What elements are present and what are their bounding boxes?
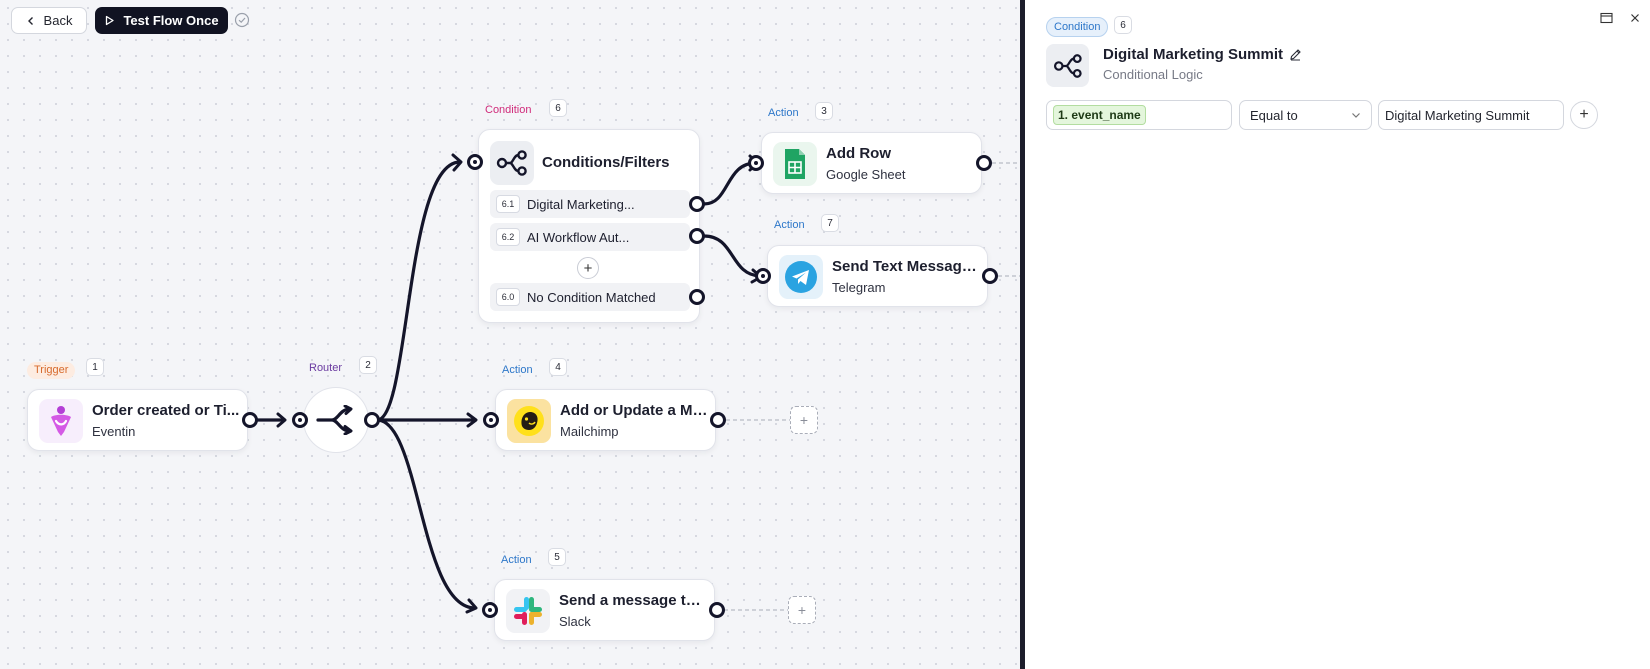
condition-row-6-2[interactable]: 6.2 AI Workflow Aut... (490, 223, 690, 251)
test-flow-button[interactable]: Test Flow Once (95, 7, 228, 34)
chevron-left-icon (27, 16, 33, 25)
slack-output-port[interactable] (709, 602, 725, 618)
condition-row-label: AI Workflow Aut... (527, 229, 630, 245)
router-node[interactable] (303, 387, 369, 453)
router-input-port[interactable] (292, 412, 308, 428)
condition-row-label: Digital Marketing... (527, 196, 635, 212)
send-text-message-input-port[interactable] (755, 268, 771, 284)
panel-subtitle: Conditional Logic (1103, 67, 1203, 82)
action-7-tag: Action (774, 219, 805, 231)
play-icon (106, 15, 115, 26)
flow-canvas[interactable]: Back Test Flow Once Trigger 1 Order crea… (0, 0, 1020, 669)
panel-title-text: Digital Marketing Summit (1103, 46, 1284, 63)
add-rule-button[interactable]: + (1570, 101, 1598, 129)
trigger-app: Eventin (92, 424, 136, 439)
trigger-title: Order created or Ti... (92, 402, 240, 419)
add-row-app: Google Sheet (826, 167, 906, 182)
action-5-step-number: 5 (548, 548, 566, 566)
back-label: Back (43, 13, 73, 28)
telegram-icon (779, 255, 823, 299)
condition-row-6-1[interactable]: 6.1 Digital Marketing... (490, 190, 690, 218)
condition-row-badge: 6.1 (496, 195, 520, 213)
share-nodes-icon (490, 141, 534, 185)
condition-input-port[interactable] (467, 154, 483, 170)
slack-icon (506, 589, 550, 633)
add-step-button[interactable]: + (788, 596, 816, 624)
trigger-output-port[interactable] (242, 412, 258, 428)
slack-title: Send a message to a... (559, 592, 709, 609)
action-4-step-number: 4 (549, 358, 567, 376)
chevron-down-icon (1352, 113, 1360, 118)
pencil-icon[interactable] (1289, 48, 1302, 61)
action-7-step-number: 7 (821, 214, 839, 232)
google-sheets-icon (773, 142, 817, 186)
mailchimp-app: Mailchimp (560, 424, 619, 439)
mailchimp-node[interactable]: Add or Update a Me... Mailchimp (495, 389, 716, 451)
panel-title: Digital Marketing Summit (1103, 46, 1302, 63)
condition-6-1-output-port[interactable] (689, 196, 705, 212)
condition-pill: Condition (1046, 17, 1109, 37)
check-circle-icon[interactable] (234, 12, 250, 28)
trigger-tag: Trigger (27, 362, 76, 379)
router-icon (316, 405, 353, 435)
condition-value-input[interactable]: Digital Marketing Summit (1378, 100, 1564, 130)
close-icon[interactable] (1627, 10, 1643, 26)
condition-row-badge: 6.2 (496, 228, 520, 246)
condition-6-2-output-port[interactable] (689, 228, 705, 244)
condition-row-label: No Condition Matched (527, 289, 656, 305)
send-text-message-title: Send Text Message ... (832, 258, 980, 275)
action-5-tag: Action (501, 554, 532, 566)
router-output-port[interactable] (364, 412, 380, 428)
condition-row-badge: 6.0 (496, 288, 520, 306)
condition-title: Conditions/Filters (542, 154, 670, 171)
add-step-button[interactable]: + (790, 406, 818, 434)
share-nodes-icon (1046, 44, 1089, 87)
condition-tag: Condition (485, 104, 532, 116)
action-3-step-number: 3 (815, 102, 833, 120)
add-row-node[interactable]: Add Row Google Sheet (761, 132, 982, 194)
field-token[interactable]: 1. event_name (1053, 105, 1146, 125)
action-4-tag: Action (502, 364, 533, 376)
add-condition-button[interactable]: + (577, 257, 599, 279)
operator-value: Equal to (1250, 107, 1298, 123)
add-row-output-port[interactable] (976, 155, 992, 171)
router-tag: Router (309, 362, 343, 374)
test-flow-label: Test Flow Once (123, 13, 219, 28)
add-row-input-port[interactable] (748, 155, 764, 171)
condition-step-number: 6 (549, 99, 567, 117)
slack-node[interactable]: Send a message to a... Slack (494, 579, 715, 641)
back-button[interactable]: Back (11, 7, 87, 34)
window-icon[interactable] (1598, 10, 1614, 26)
trigger-step-number: 1 (86, 358, 104, 376)
panel-step-number: 6 (1114, 16, 1132, 34)
slack-app: Slack (559, 614, 591, 629)
action-3-tag: Action (768, 107, 799, 119)
mailchimp-title: Add or Update a Me... (560, 402, 710, 419)
add-row-title: Add Row (826, 145, 891, 162)
send-text-message-output-port[interactable] (982, 268, 998, 284)
condition-field-input[interactable]: 1. event_name (1046, 100, 1232, 130)
send-text-message-node[interactable]: Send Text Message ... Telegram (767, 245, 988, 307)
eventin-icon (39, 399, 83, 443)
condition-row-6-0[interactable]: 6.0 No Condition Matched (490, 283, 690, 311)
slack-input-port[interactable] (482, 602, 498, 618)
router-step-number: 2 (359, 356, 377, 374)
trigger-node[interactable]: Order created or Ti... Eventin (27, 389, 248, 451)
mailchimp-output-port[interactable] (710, 412, 726, 428)
condition-node[interactable]: Conditions/Filters 6.1 Digital Marketing… (478, 129, 700, 323)
mailchimp-icon (507, 399, 551, 443)
condition-6-0-output-port[interactable] (689, 289, 705, 305)
mailchimp-input-port[interactable] (483, 412, 499, 428)
condition-settings-panel: Condition 6 Digital Marketing Summit Con… (1025, 0, 1650, 669)
send-text-message-app: Telegram (832, 280, 886, 295)
condition-value-text: Digital Marketing Summit (1385, 107, 1530, 123)
operator-select[interactable]: Equal to (1239, 100, 1372, 130)
